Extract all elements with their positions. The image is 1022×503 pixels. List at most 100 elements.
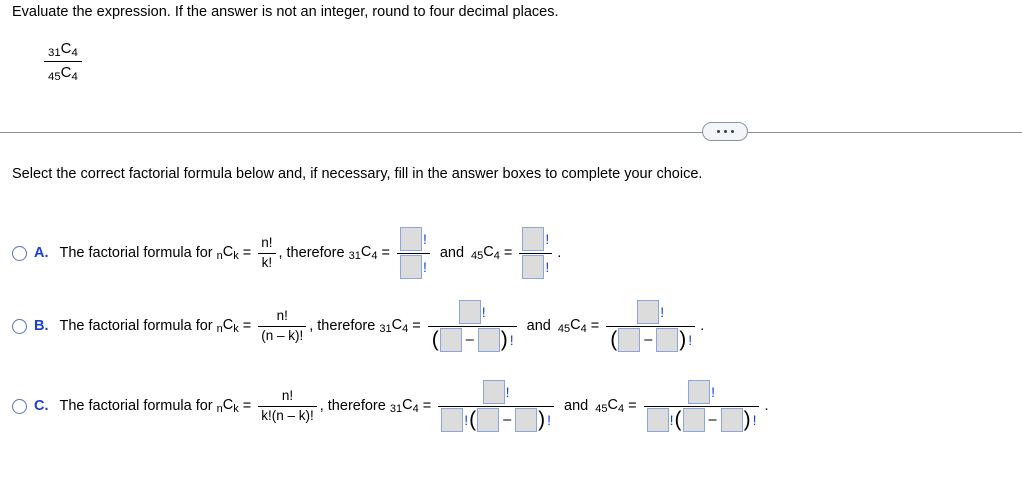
answer-box-c2-den-n[interactable]	[682, 408, 705, 432]
radio-button-c[interactable]	[12, 398, 27, 414]
answer-box-c1-den-n[interactable]	[477, 408, 500, 432]
choice-b-formula-bar	[258, 325, 307, 327]
choice-b-lead-text: The factorial formula for	[59, 318, 213, 334]
bang-b1-den: !	[509, 331, 514, 348]
problem-instruction: Evaluate the expression. If the answer i…	[12, 4, 559, 20]
more-options-ellipsis-button[interactable]	[702, 122, 748, 141]
ellipsis-dot-1	[716, 130, 720, 133]
combination-31-choose-4: 31C4	[48, 40, 78, 60]
bang-c2-den: !	[752, 411, 757, 428]
choice-c-answer-denominator-2: !(–)!	[644, 408, 760, 432]
choice-b-equals-1: =	[242, 318, 252, 334]
choice-letter-c: C.	[34, 398, 49, 414]
answer-box-c2-den-k[interactable]	[646, 408, 669, 432]
radio-button-a[interactable]	[12, 245, 27, 261]
answer-box-b2-den-n[interactable]	[618, 328, 641, 352]
answer-box-c2-den-k2[interactable]	[720, 408, 743, 432]
choice-c-formula-denominator: k!(n – k)!	[261, 408, 314, 423]
bang-a1-num: !	[422, 230, 427, 247]
radio-button-b[interactable]	[12, 318, 27, 334]
choice-a-answer-numerator-1: !	[397, 227, 430, 251]
choice-b-and: and	[526, 318, 551, 334]
choice-a-and: and	[439, 245, 465, 261]
choice-c-c31: 31C4	[389, 396, 419, 416]
answer-box-b1-num[interactable]	[458, 300, 481, 324]
choice-b-answer-numerator-1: !	[456, 300, 489, 324]
answer-box-c2-num[interactable]	[688, 380, 711, 404]
choice-c-answer-fraction-2: ! !(–)!	[643, 380, 760, 432]
choice-a-formula-fraction: n! k!	[258, 235, 276, 270]
select-prompt: Select the correct factorial formula bel…	[12, 166, 703, 182]
choice-c-nck: nCk	[216, 396, 239, 416]
choice-c-comma: ,	[319, 398, 324, 414]
choice-b-nck: nCk	[216, 316, 239, 336]
choice-c-and: and	[564, 398, 589, 414]
bang-c1-den-k: !	[464, 411, 469, 428]
choice-a-answer-denominator-2: !	[519, 255, 552, 279]
choice-a-formula-bar	[258, 252, 276, 254]
answer-box-a2-den[interactable]	[522, 255, 545, 279]
choice-a-answer-bar-2	[519, 252, 553, 254]
lparen-c1: (	[469, 407, 477, 431]
lparen-b2: (	[610, 327, 618, 351]
choice-row-b[interactable]: B. The factorial formula for nCk = n! (n…	[12, 300, 704, 352]
rparen-b1: )	[500, 327, 508, 351]
answer-box-b1-den-n[interactable]	[439, 328, 462, 352]
choice-a-answer-fraction-1: ! !	[396, 227, 430, 279]
choice-a-comma: ,	[278, 245, 283, 261]
choice-b-answer-fraction-1: ! (–)!	[427, 300, 517, 352]
choice-b-answer-bar-2	[606, 325, 696, 327]
choice-a-nck: nCk	[216, 243, 239, 263]
answer-box-c1-num[interactable]	[482, 380, 505, 404]
minus-b2: –	[644, 331, 653, 348]
choice-b-formula-numerator: n!	[276, 308, 288, 324]
answer-box-a1-den[interactable]	[399, 255, 422, 279]
choice-a-answer-denominator-1: !	[397, 255, 430, 279]
rparen-c1: )	[538, 407, 546, 431]
bang-a1-den: !	[422, 258, 427, 275]
choice-a-therefore: therefore	[286, 245, 345, 261]
choice-b-equals-2: =	[412, 318, 421, 334]
combination-45-choose-4: 45C4	[48, 64, 78, 84]
bang-a2-den: !	[545, 258, 550, 275]
choice-a-equals-1: =	[242, 245, 252, 261]
choice-a-answer-bar-1	[396, 252, 430, 254]
answer-box-b2-num[interactable]	[637, 300, 660, 324]
answer-box-a2-num[interactable]	[522, 227, 545, 251]
bang-b1-num: !	[481, 303, 486, 320]
choice-b-answer-numerator-2: !	[634, 300, 667, 324]
answer-box-c1-den-k2[interactable]	[515, 408, 538, 432]
ellipsis-dot-3	[730, 130, 734, 133]
lparen-c2: (	[674, 407, 682, 431]
expression-numerator: 31C4	[44, 40, 82, 60]
choice-row-c[interactable]: C. The factorial formula for nCk = n! k!…	[12, 380, 769, 432]
choice-b-c45: 45C4	[557, 316, 587, 336]
choice-a-formula-numerator: n!	[261, 235, 273, 251]
choice-c-equals-1: =	[242, 398, 252, 414]
lparen-b1: (	[431, 327, 439, 351]
choice-a-equals-3: =	[503, 245, 513, 261]
choice-c-lead-text: The factorial formula for	[59, 398, 213, 414]
choice-row-a[interactable]: A. The factorial formula for nCk = n! k!…	[12, 227, 561, 279]
answer-box-b2-den-k[interactable]	[656, 328, 679, 352]
rparen-b2: )	[679, 327, 687, 351]
answer-box-a1-num[interactable]	[399, 227, 422, 251]
choice-c-therefore: therefore	[327, 398, 386, 414]
choice-b-period: .	[700, 318, 705, 334]
expression-denominator: 45C4	[44, 63, 82, 83]
choice-c-period: .	[764, 398, 769, 414]
choice-c-answer-denominator-1: !(–)!	[438, 408, 554, 432]
choice-c-equals-3: =	[628, 398, 637, 414]
answer-box-b1-den-k[interactable]	[477, 328, 500, 352]
answer-box-c1-den-k[interactable]	[441, 408, 464, 432]
bang-c1-den: !	[547, 411, 552, 428]
ellipsis-dot-2	[723, 130, 727, 133]
choice-a-period: .	[557, 245, 562, 261]
choice-c-formula-fraction: n! k!(n – k)!	[258, 388, 317, 423]
choice-b-answer-denominator-2: (–)!	[606, 328, 695, 352]
choice-c-formula-numerator: n!	[281, 388, 294, 404]
choice-c-answer-numerator-2: !	[685, 380, 718, 404]
choice-a-lead-text: The factorial formula for	[59, 245, 213, 261]
choice-a-equals-2: =	[381, 245, 390, 261]
choice-a-answer-fraction-2: ! !	[519, 227, 553, 279]
